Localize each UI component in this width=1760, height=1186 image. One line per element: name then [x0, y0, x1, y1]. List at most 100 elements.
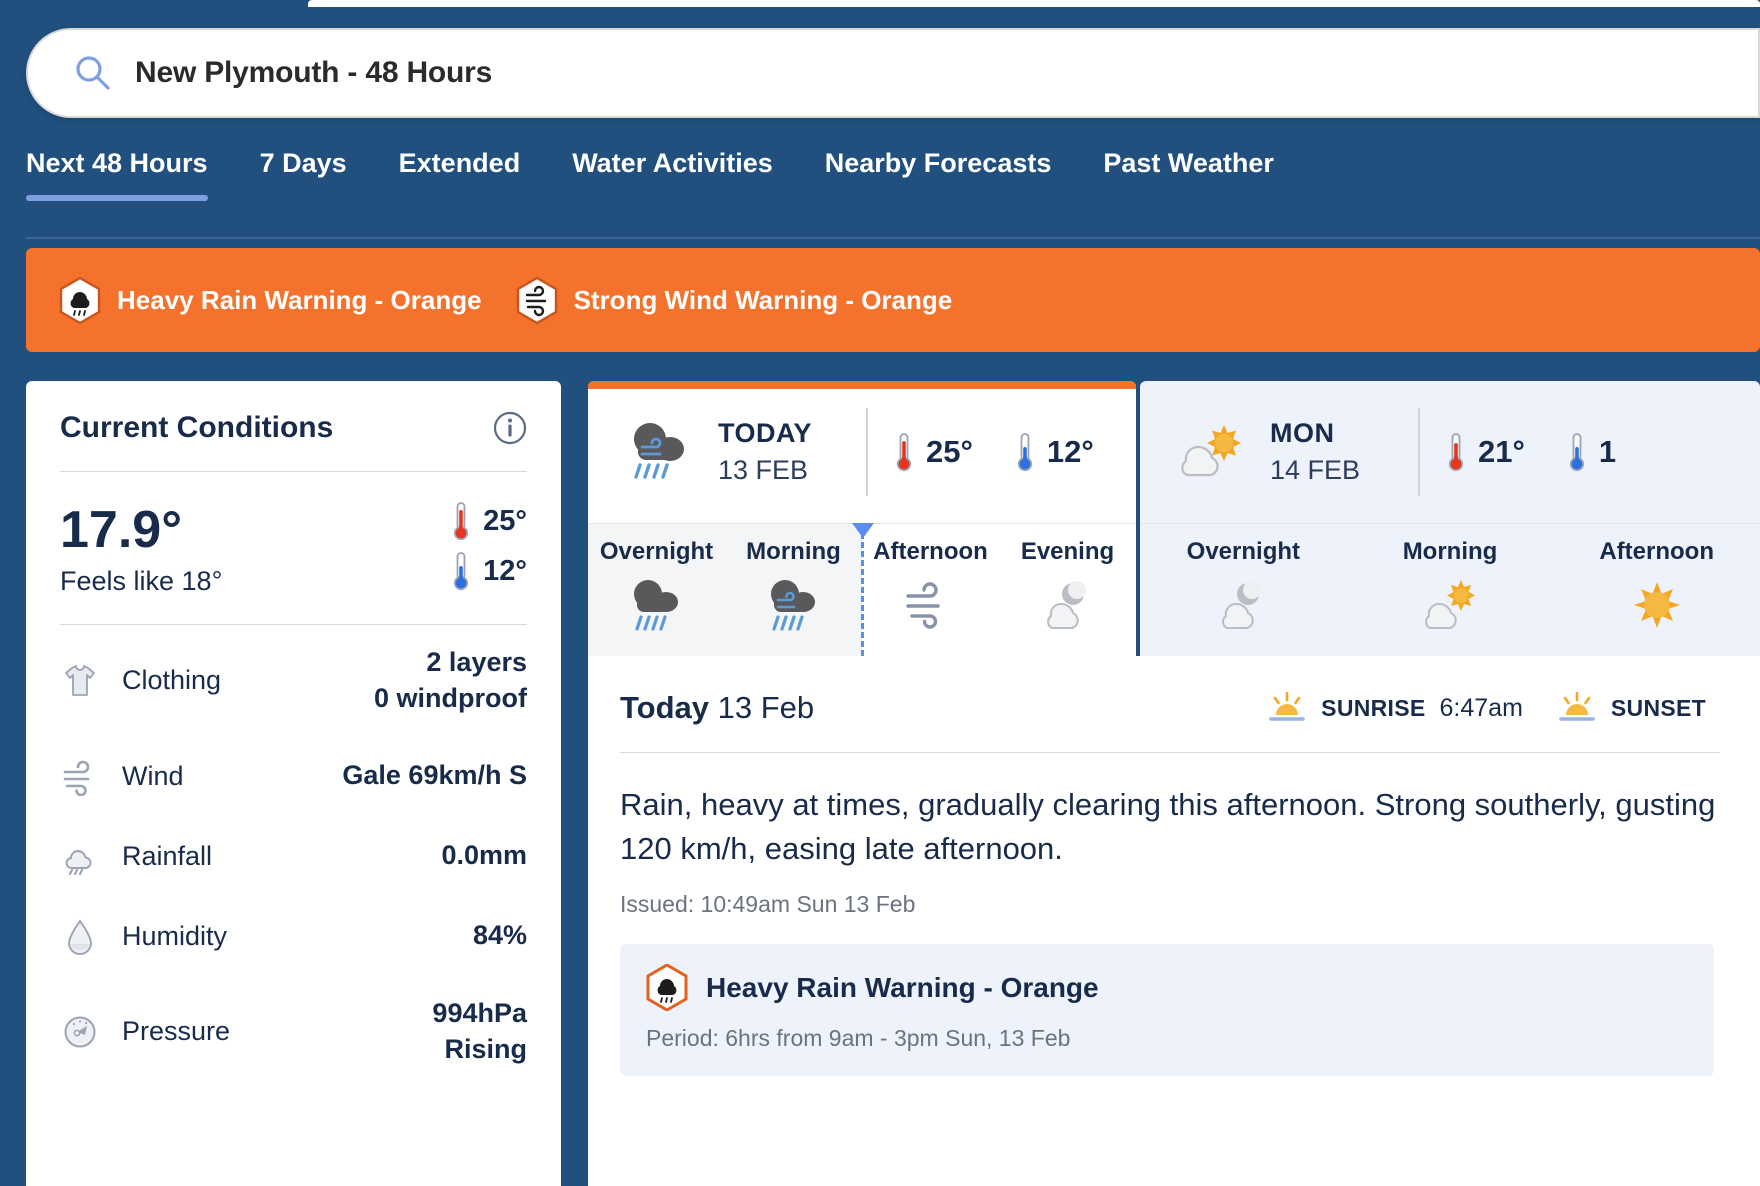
min-temp-value: 12° — [483, 554, 527, 587]
metric-rainfall-label: Rainfall — [122, 840, 213, 871]
tab-next-48-hours[interactable]: Next 48 Hours — [26, 140, 208, 201]
sunrise-block: SUNRISE 6:47am — [1267, 691, 1523, 725]
day-card-mon-header: MON 14 FEB 21° 1 — [1140, 381, 1760, 523]
sunrise-icon — [1267, 691, 1307, 725]
day-card-mon-temps: 21° 1 — [1446, 431, 1616, 473]
max-temp-row: 25° — [451, 500, 527, 542]
divider — [620, 752, 1720, 753]
day-card-today-date-block: TODAY 13 FEB — [718, 418, 856, 486]
current-temperature-block: 17.9° Feels like 18° — [60, 503, 222, 597]
browser-top-edge — [308, 0, 1760, 7]
rain-wind-cloud-dark-icon — [755, 574, 833, 636]
today-detail-title: Today 13 Feb — [620, 690, 814, 726]
period-mon-morning-label: Morning — [1402, 538, 1498, 565]
metric-wind-value: Gale 69km/h S — [342, 760, 527, 791]
pressure-gauge-icon — [60, 1012, 100, 1052]
tshirt-icon — [60, 661, 100, 701]
day-card-mon-max: 21° — [1446, 431, 1525, 473]
metric-humidity-label: Humidity — [122, 920, 228, 951]
rain-wind-cloud-icon — [616, 417, 700, 487]
banner-warning-strong-wind[interactable]: Strong Wind Warning - Orange — [516, 276, 952, 324]
warnings-banner[interactable]: Heavy Rain Warning - Orange Strong Wind … — [26, 248, 1760, 352]
period-today-overnight[interactable]: Overnight — [588, 524, 725, 656]
forecast-issued-time: Issued: 10:49am Sun 13 Feb — [620, 891, 916, 918]
day-card-mon-date-block: MON 14 FEB — [1270, 418, 1408, 486]
tab-7-days[interactable]: 7 Days — [260, 140, 347, 201]
tabs-divider — [26, 237, 1760, 239]
search-icon — [73, 53, 113, 93]
sun-times: SUNRISE 6:47am SUNSET — [1267, 691, 1720, 725]
sunset-label: SUNSET — [1610, 694, 1706, 721]
moon-cloud-icon — [1204, 574, 1282, 636]
period-today-afternoon-label: Afternoon — [873, 538, 988, 565]
tab-water-activities[interactable]: Water Activities — [572, 140, 773, 201]
metric-pressure-value: 994hPa Rising — [432, 998, 527, 1064]
period-today-afternoon[interactable]: Afternoon — [862, 524, 999, 656]
detail-warning-title: Heavy Rain Warning - Orange — [706, 971, 1099, 1003]
period-mon-afternoon-label: Afternoon — [1599, 538, 1714, 565]
metric-clothing-label: Clothing — [122, 665, 222, 696]
metric-rainfall-value: 0.0mm — [441, 840, 527, 871]
rain-cloud-dark-icon — [618, 574, 696, 636]
current-conditions-header: Current Conditions — [60, 411, 527, 445]
tab-past-weather[interactable]: Past Weather — [1103, 140, 1274, 201]
sunrise-label: SUNRISE — [1321, 694, 1426, 721]
today-detail-title-bold: Today — [620, 690, 709, 725]
thermometer-hot-icon — [894, 431, 914, 473]
period-mon-morning[interactable]: Morning — [1347, 524, 1554, 656]
day-card-mon-periods: Overnight Morning Afternoon — [1140, 523, 1760, 656]
search-bar[interactable]: New Plymouth - 48 Hours — [26, 28, 1760, 118]
banner-warning-heavy-rain[interactable]: Heavy Rain Warning - Orange — [59, 276, 482, 324]
humidity-droplet-icon — [60, 916, 100, 956]
tab-extended[interactable]: Extended — [399, 140, 521, 201]
day-card-today-day: TODAY — [718, 418, 813, 448]
max-temp-value: 25° — [483, 504, 527, 537]
sunset-icon — [1557, 691, 1597, 725]
detail-warning-header: Heavy Rain Warning - Orange — [646, 963, 1688, 1012]
thermometer-cold-icon — [1567, 431, 1587, 473]
day-card-mon[interactable]: MON 14 FEB 21° 1 Overnight Morning After… — [1140, 381, 1760, 656]
info-icon[interactable] — [493, 411, 527, 445]
forecast-description: Rain, heavy at times, gradually clearing… — [620, 787, 1716, 867]
detail-warning-box[interactable]: Heavy Rain Warning - Orange Period: 6hrs… — [620, 944, 1714, 1077]
divider — [60, 471, 527, 472]
wind-icon — [892, 574, 970, 636]
current-temperature-row: 17.9° Feels like 18° 25° 12° — [60, 500, 527, 600]
thermometer-hot-icon — [451, 500, 471, 542]
period-today-evening[interactable]: Evening — [999, 524, 1136, 656]
period-mon-afternoon[interactable]: Afternoon — [1553, 524, 1760, 656]
banner-warning-heavy-rain-label: Heavy Rain Warning - Orange — [117, 284, 482, 315]
metric-humidity-value: 84% — [472, 920, 527, 951]
day-card-today-min: 12° — [1015, 431, 1094, 473]
thermometer-cold-icon — [451, 550, 471, 592]
rain-cloud-icon — [60, 836, 100, 876]
min-max-block: 25° 12° — [451, 500, 527, 600]
moon-cloud-icon — [1029, 574, 1107, 636]
period-today-morning-label: Morning — [746, 538, 841, 565]
day-card-mon-max-value: 21° — [1478, 434, 1525, 469]
period-today-morning[interactable]: Morning — [725, 523, 874, 656]
day-card-mon-min: 1 — [1567, 431, 1616, 473]
day-card-mon-day: MON — [1270, 418, 1335, 448]
period-mon-overnight[interactable]: Overnight — [1140, 524, 1347, 656]
tab-nearby-forecasts[interactable]: Nearby Forecasts — [825, 140, 1052, 201]
day-card-today[interactable]: TODAY 13 FEB 25° 12° Overnight Morning A… — [588, 381, 1136, 656]
day-card-mon-date: 14 FEB — [1270, 455, 1361, 485]
feels-like-text: Feels like 18° — [60, 565, 223, 596]
sunrise-value: 6:47am — [1439, 693, 1523, 722]
thermometer-hot-icon — [1446, 431, 1466, 473]
day-card-today-max-value: 25° — [926, 434, 973, 469]
day-card-today-min-value: 12° — [1046, 434, 1094, 469]
day-card-today-date: 13 FEB — [718, 455, 809, 485]
sun-cloud-icon — [1168, 417, 1252, 487]
min-temp-row: 12° — [451, 550, 527, 592]
metric-clothing-value: 2 layers 0 windproof — [374, 647, 527, 713]
sunset-block: SUNSET — [1557, 691, 1720, 725]
metric-pressure-label: Pressure — [122, 1016, 231, 1047]
search-input[interactable]: New Plymouth - 48 Hours — [135, 56, 492, 90]
current-conditions-card: Current Conditions 17.9° Feels like 18° — [26, 381, 561, 1186]
metric-pressure: Pressure 994hPa Rising — [60, 976, 527, 1087]
period-today-overnight-label: Overnight — [599, 538, 714, 565]
day-card-today-periods: Overnight Morning Afternoon Evening — [588, 523, 1136, 656]
metric-rainfall: Rainfall 0.0mm — [60, 816, 527, 896]
